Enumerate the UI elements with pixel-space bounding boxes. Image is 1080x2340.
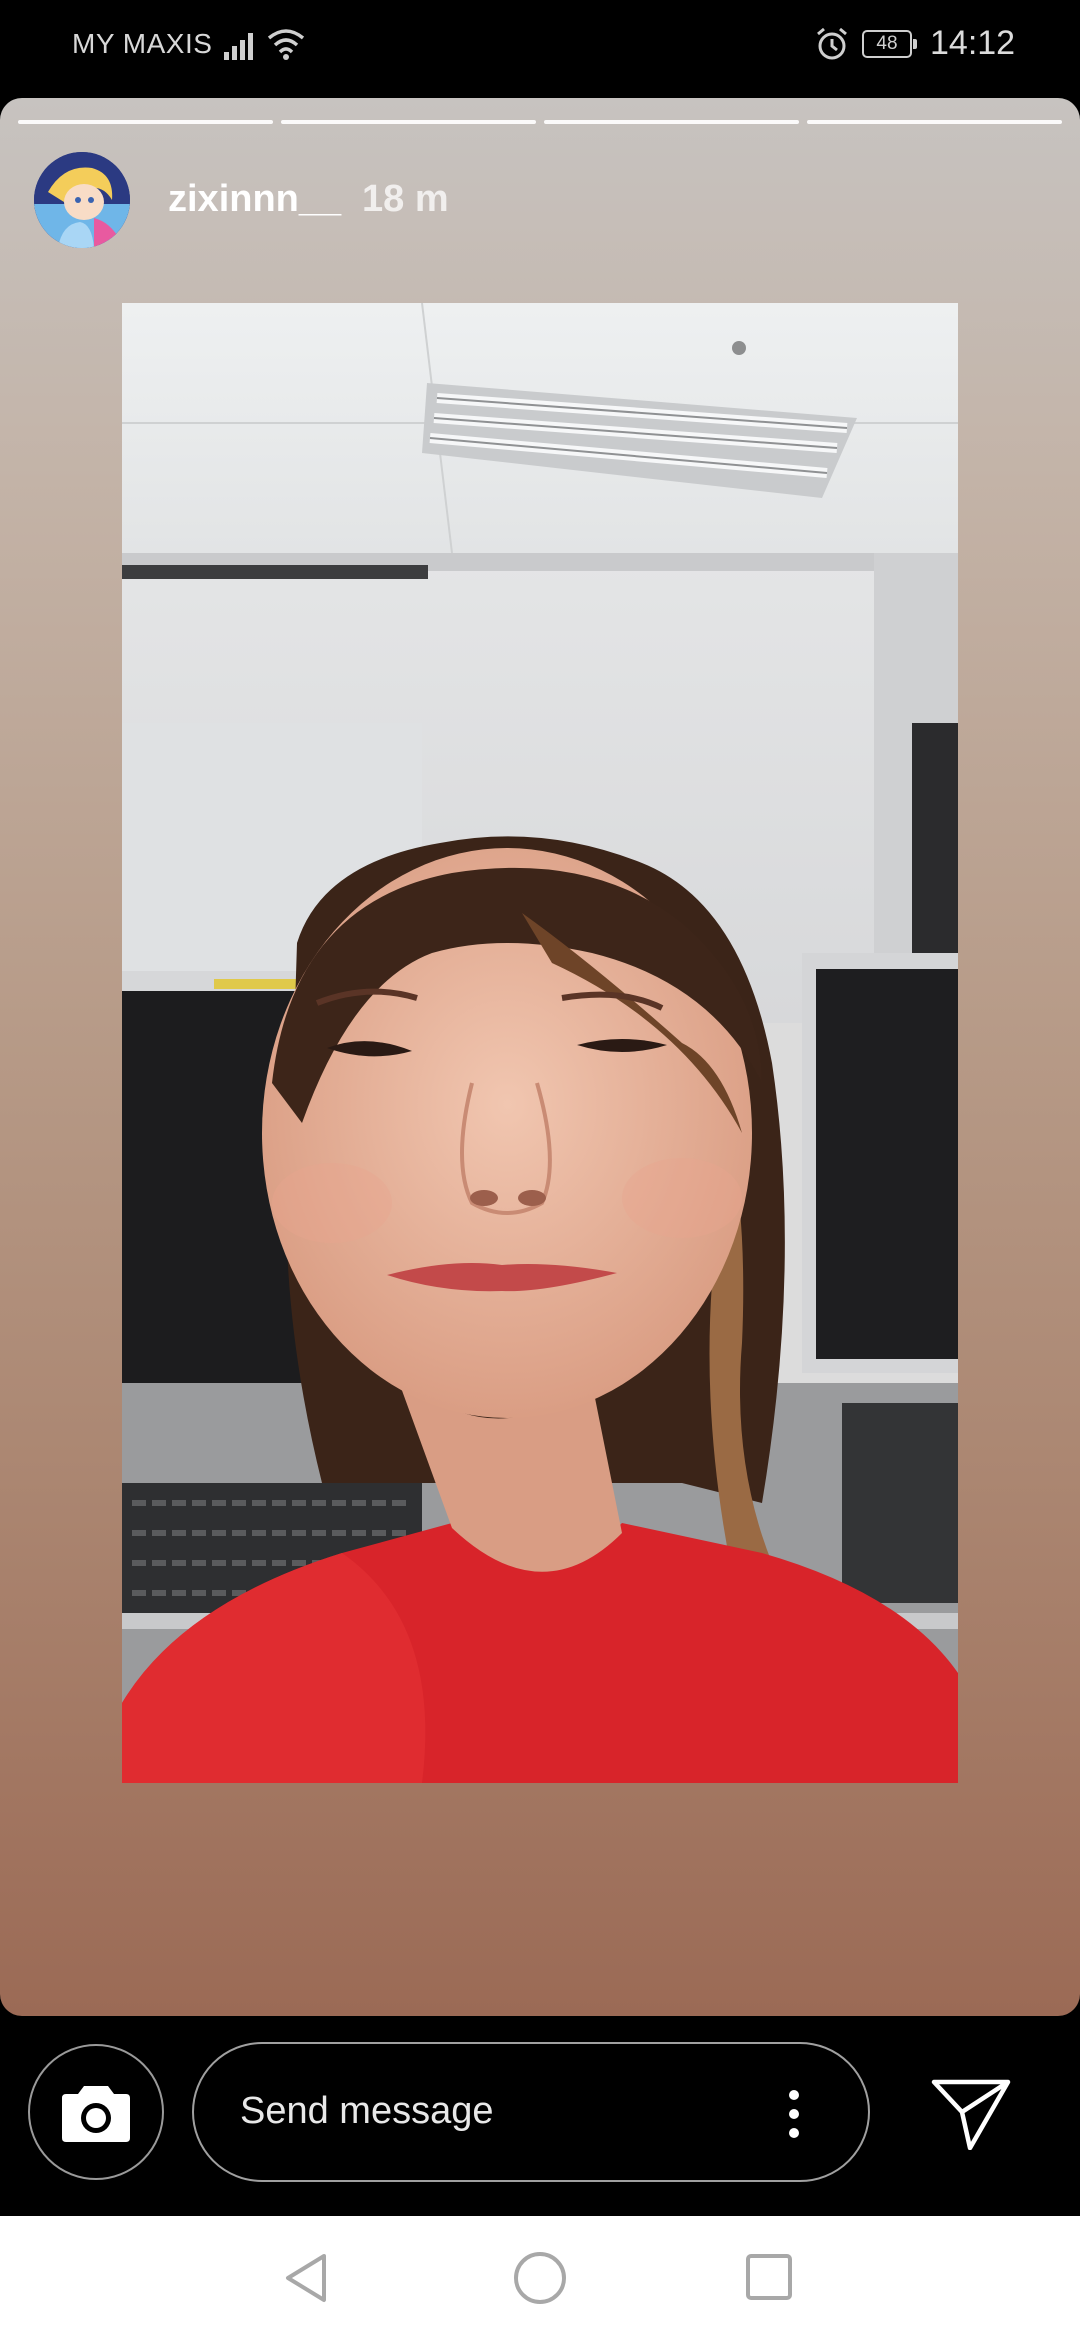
- progress-segment: [807, 120, 1062, 124]
- carrier-name: MY MAXIS: [72, 28, 213, 59]
- send-message-placeholder: Send message: [240, 2090, 494, 2132]
- progress-segment: [18, 120, 273, 124]
- send-icon[interactable]: [930, 2078, 1012, 2150]
- avatar[interactable]: [34, 152, 130, 248]
- progress-segment: [544, 120, 799, 124]
- status-bar: MY MAXIS 48 14:12: [0, 0, 1080, 92]
- send-message-input[interactable]: Send message: [192, 2042, 870, 2182]
- clock: 14:12: [930, 24, 1016, 62]
- reply-bar: Send message: [0, 2016, 1080, 2216]
- story-username[interactable]: zixinnn__: [168, 178, 341, 221]
- progress-segment: [281, 120, 536, 124]
- battery-icon: 48: [862, 30, 918, 60]
- camera-icon: [62, 2086, 130, 2142]
- signal-icon: [224, 33, 253, 60]
- home-icon[interactable]: [512, 2250, 568, 2306]
- battery-level: 48: [862, 30, 912, 58]
- story-timestamp: 18 m: [362, 178, 449, 220]
- recents-icon[interactable]: [744, 2252, 794, 2302]
- alarm-icon: [817, 27, 847, 60]
- wifi-icon: [267, 29, 305, 60]
- more-vertical-icon[interactable]: [786, 2088, 802, 2140]
- story-photo: [122, 303, 958, 1783]
- back-icon[interactable]: [280, 2250, 332, 2306]
- story-view[interactable]: zixinnn__ 18 m: [0, 98, 1080, 2016]
- navigation-bar: [0, 2216, 1080, 2340]
- camera-button[interactable]: [28, 2044, 164, 2180]
- story-progress: [18, 120, 1062, 124]
